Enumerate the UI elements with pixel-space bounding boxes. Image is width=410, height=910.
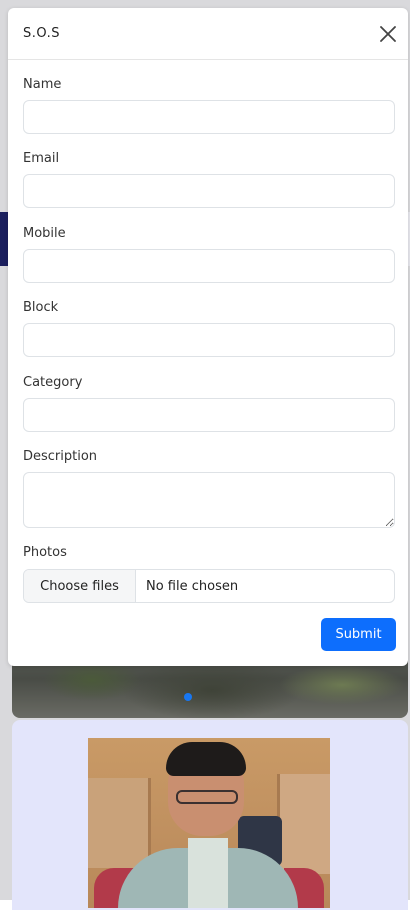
email-input[interactable]	[23, 174, 395, 208]
name-input[interactable]	[23, 100, 395, 134]
submit-button[interactable]: Submit	[321, 618, 396, 651]
sos-modal: S.O.S Name Email Mobile Block Category D…	[8, 8, 408, 666]
email-label: Email	[23, 151, 60, 166]
block-label: Block	[23, 300, 59, 315]
profile-photo	[88, 738, 330, 908]
photos-file-input[interactable]: Choose files No file chosen	[23, 569, 395, 603]
choose-files-button[interactable]: Choose files	[24, 570, 136, 602]
mobile-input[interactable]	[23, 249, 395, 283]
mobile-label: Mobile	[23, 226, 66, 241]
navbar-edge	[0, 212, 8, 266]
name-label: Name	[23, 77, 62, 92]
photos-label: Photos	[23, 545, 67, 560]
profile-card	[12, 720, 408, 910]
close-icon	[380, 26, 396, 42]
modal-title: S.O.S	[23, 26, 60, 41]
description-textarea[interactable]	[23, 472, 395, 528]
description-label: Description	[23, 449, 98, 464]
carousel-indicator-dot[interactable]	[184, 693, 192, 701]
modal-header: S.O.S	[8, 8, 408, 60]
close-button[interactable]	[378, 24, 398, 44]
file-status-text: No file chosen	[146, 578, 239, 594]
block-input[interactable]	[23, 323, 395, 357]
category-label: Category	[23, 375, 83, 390]
category-input[interactable]	[23, 398, 395, 432]
